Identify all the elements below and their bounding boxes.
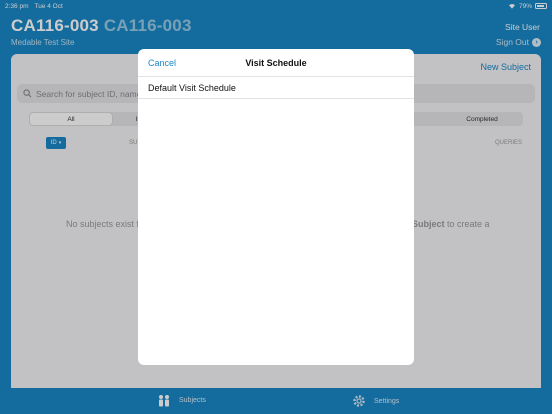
modal-title: Visit Schedule xyxy=(245,57,307,68)
modal-header: Cancel Visit Schedule xyxy=(138,49,414,77)
list-item[interactable]: Default Visit Schedule xyxy=(138,77,414,99)
cancel-button[interactable]: Cancel xyxy=(148,58,176,68)
visit-schedule-modal: Cancel Visit Schedule Default Visit Sche… xyxy=(138,49,414,365)
